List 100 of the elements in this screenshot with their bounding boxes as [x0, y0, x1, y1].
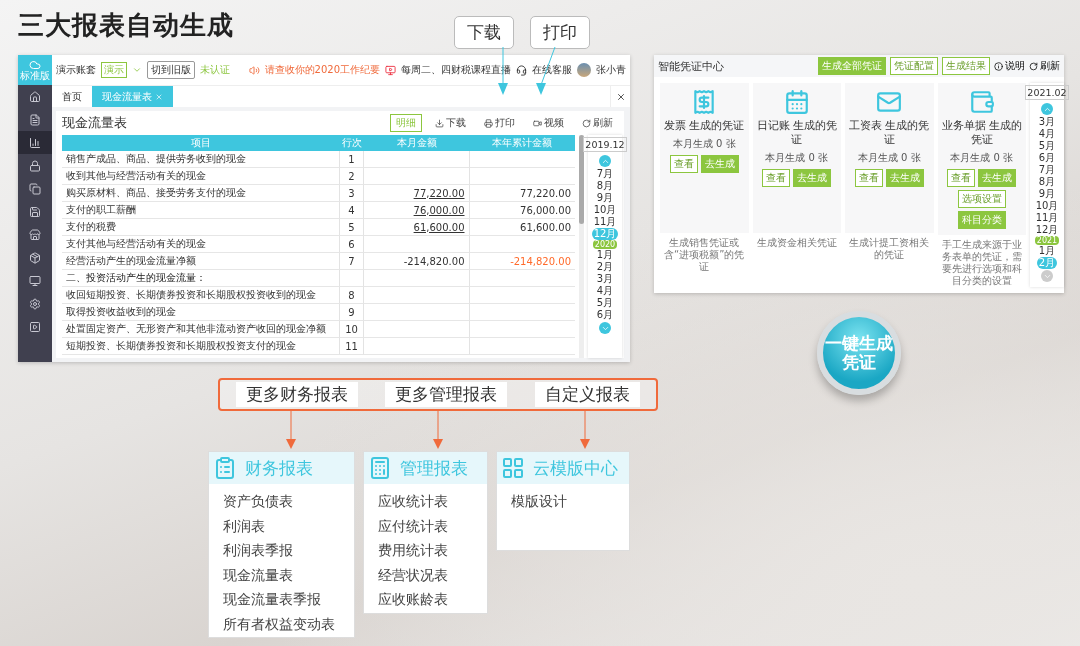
tab[interactable]: 首页: [52, 86, 92, 107]
month-item[interactable]: 10月: [591, 204, 619, 216]
table-cell: 短期投资、长期债券投资和长期股权投资支付的现金: [62, 338, 340, 355]
table-cell: 3: [340, 185, 364, 202]
menu-title: 管理报表: [399, 456, 468, 480]
house-icon: [29, 90, 41, 103]
pointer-arrow: [286, 411, 297, 451]
column-header: 项目: [62, 135, 340, 151]
month-item[interactable]: 9月: [594, 192, 616, 204]
menu-item[interactable]: 经营状况表: [363, 563, 487, 588]
month-item[interactable]: 11月: [591, 216, 619, 228]
bar-chart-icon: [29, 136, 41, 149]
save-icon: [29, 205, 41, 218]
card-count: 本月生成 0 张: [857, 151, 921, 165]
month-item[interactable]: 6月: [594, 309, 616, 321]
card-icon: [783, 89, 810, 115]
table-cell: 10: [340, 321, 364, 338]
box-icon: [29, 251, 41, 264]
menu-item[interactable]: 应收账龄表: [363, 588, 487, 613]
menu-item[interactable]: 费用统计表: [363, 539, 487, 564]
table-cell: 4: [340, 202, 364, 219]
month-item[interactable]: 5月: [594, 297, 616, 309]
month-item[interactable]: 1月: [1036, 245, 1058, 257]
callout-label: 下载: [454, 16, 514, 49]
month-item[interactable]: 12月: [1033, 224, 1061, 236]
table-cell: -214,820.00: [469, 253, 575, 270]
menu-item[interactable]: 现金流量表: [209, 563, 354, 588]
switch-button[interactable]: 切到旧版: [147, 61, 195, 79]
month-item[interactable]: 5月: [1036, 140, 1058, 152]
table-cell[interactable]: 61,600.00: [364, 219, 470, 236]
table-cell: 7: [340, 253, 364, 270]
printer-icon: [484, 118, 493, 128]
play-icon: [29, 320, 41, 333]
table-cell: 77,220.00: [469, 185, 575, 202]
table-cell: 收回短期投资、长期债券投资和长期股权投资收到的现金: [62, 287, 340, 304]
refresh-icon: [582, 118, 591, 128]
table-cell: 5: [340, 219, 364, 236]
report-icon: [500, 456, 525, 480]
period-field[interactable]: 2021.02: [1025, 85, 1069, 100]
support-link[interactable]: 在线客服: [532, 63, 572, 77]
menu-item[interactable]: 应收统计表: [363, 490, 487, 515]
close-icon: [615, 91, 626, 102]
report-icon: [213, 456, 237, 480]
month-item[interactable]: 4月: [594, 285, 616, 297]
table-cell: -214,820.00: [364, 253, 470, 270]
store-icon: [29, 228, 41, 241]
certification-status: 未认证: [200, 63, 230, 77]
logo-label: 标准版: [20, 71, 50, 81]
month-item[interactable]: 8月: [594, 180, 616, 192]
category-label: 更多财务报表: [235, 382, 358, 407]
month-item[interactable]: 4月: [1036, 128, 1058, 140]
month-item[interactable]: 7月: [594, 168, 616, 180]
avatar[interactable]: [577, 63, 591, 77]
menu-item[interactable]: 利润表: [209, 514, 354, 539]
month-item[interactable]: 10月: [1033, 200, 1061, 212]
month-item[interactable]: 3月: [1036, 116, 1058, 128]
table-cell: 1: [340, 151, 364, 168]
period-field[interactable]: 2019.12: [583, 137, 627, 152]
month-item[interactable]: 3月: [594, 273, 616, 285]
header-link[interactable]: 说明: [994, 59, 1025, 73]
table-cell: 2: [340, 168, 364, 185]
page-title: 现金流量表: [62, 114, 127, 132]
pointer-arrow: [579, 411, 590, 451]
card-count: 本月生成 0 张: [950, 151, 1014, 165]
menu-item[interactable]: 模版设计: [496, 490, 629, 515]
month-item[interactable]: 7月: [1036, 164, 1058, 176]
card-count: 本月生成 0 张: [765, 151, 829, 165]
menu-title: 云模版中心: [532, 456, 618, 480]
column-header: 行次: [340, 135, 364, 151]
card-title: 发票 生成的凭证: [664, 119, 745, 133]
pointer-arrow: [433, 411, 443, 451]
header-link[interactable]: 刷新: [1029, 59, 1060, 73]
month-item[interactable]: 9月: [1036, 188, 1058, 200]
table-cell: 销售产成品、商品、提供劳务收到的现金: [62, 151, 340, 168]
document-icon: [29, 113, 41, 126]
table-cell[interactable]: 76,000.00: [364, 202, 470, 219]
menu-title: 财务报表: [245, 456, 313, 480]
download-icon: [435, 118, 444, 128]
table-cell: 9: [340, 304, 364, 321]
menu-item[interactable]: 所有者权益变动表: [209, 612, 354, 637]
month-item[interactable]: 1月: [594, 249, 616, 261]
menu-item[interactable]: 现金流量表季报: [209, 588, 354, 613]
month-item[interactable]: 8月: [1036, 176, 1058, 188]
card-icon: [968, 89, 995, 115]
menu-item[interactable]: 资产负债表: [209, 490, 354, 515]
table-cell[interactable]: 77,220.00: [364, 185, 470, 202]
month-item[interactable]: 11月: [1033, 212, 1061, 224]
live-link[interactable]: 每周二、四财税课程直播: [401, 63, 511, 77]
table-cell: 8: [340, 287, 364, 304]
cloud-icon: [29, 59, 41, 71]
nav-item[interactable]: [18, 131, 52, 154]
menu-item[interactable]: 利润表季报: [209, 539, 354, 564]
account-name[interactable]: 演示账套: [56, 63, 96, 77]
headline: 三大报表自动生成: [18, 9, 234, 42]
category-label: 自定义报表: [535, 382, 641, 407]
month-item[interactable]: 6月: [1036, 152, 1058, 164]
menu-item[interactable]: 应付统计表: [363, 514, 487, 539]
month-item[interactable]: 2月: [594, 261, 616, 273]
scrollbar[interactable]: [579, 135, 584, 358]
table-cell: 取得投资收益收到的现金: [62, 304, 340, 321]
